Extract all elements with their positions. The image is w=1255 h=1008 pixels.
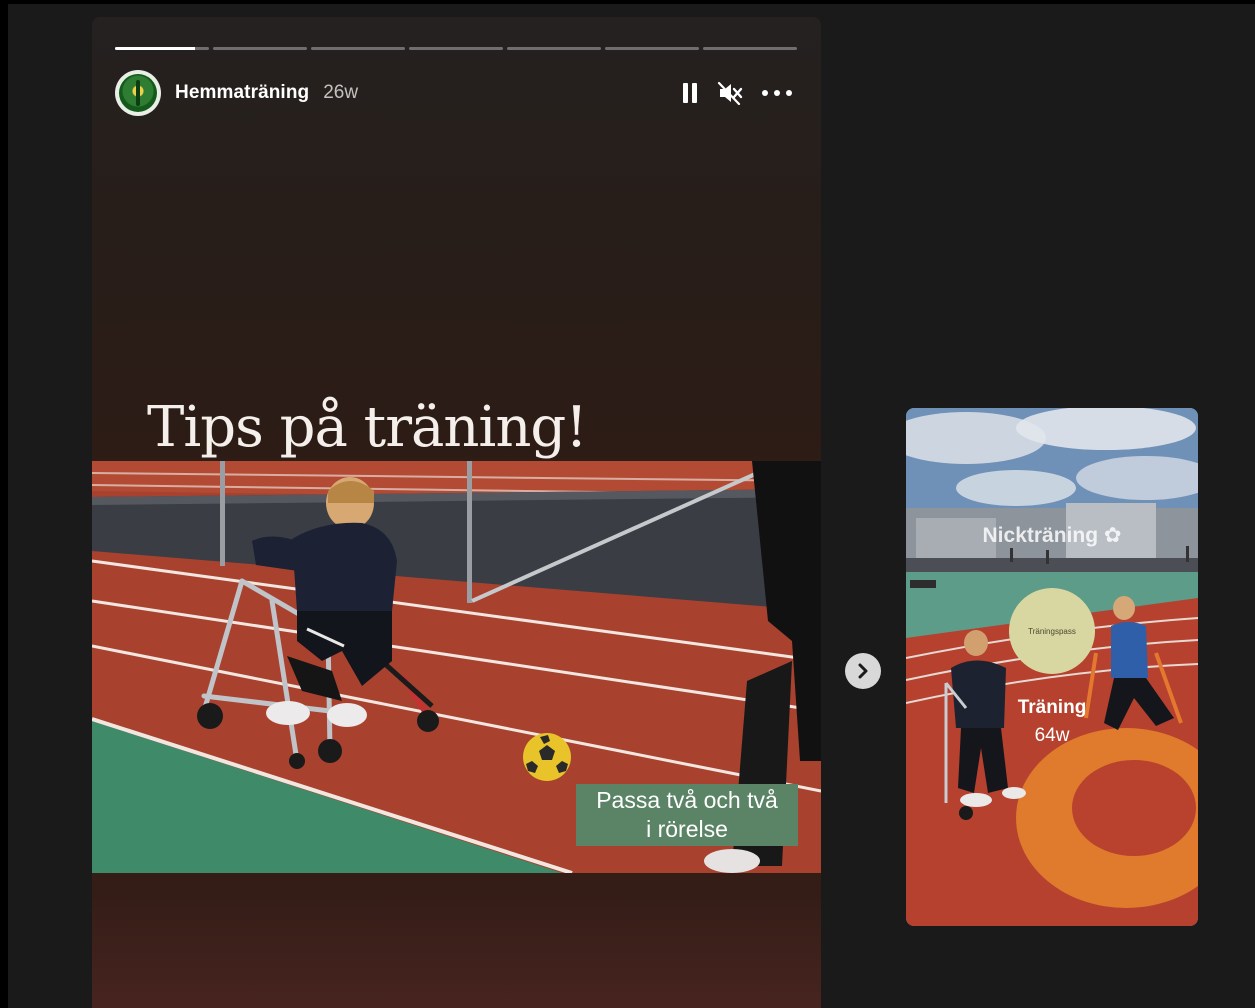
- mute-button[interactable]: [717, 81, 743, 105]
- preview-highlight-badge: Träningspass: [1009, 588, 1095, 674]
- pause-button[interactable]: [681, 82, 699, 104]
- caption-line-2: i rörelse: [646, 816, 728, 842]
- preview-sticker-title: Nickträning ✿: [982, 524, 1122, 547]
- viewport: Hemmaträning 26w Tips på träning! Passa …: [0, 0, 1255, 1008]
- progress-segment: [605, 47, 699, 50]
- story-card[interactable]: Hemmaträning 26w Tips på träning! Passa …: [92, 17, 821, 1008]
- story-header: Hemmaträning 26w: [115, 69, 799, 117]
- story-progress-bar: [115, 47, 797, 50]
- progress-segment: [311, 47, 405, 50]
- story-controls: [681, 81, 793, 105]
- speaker-muted-icon: [717, 81, 743, 105]
- club-logo-icon: [119, 74, 157, 112]
- preview-age: 64w: [1034, 725, 1070, 746]
- more-horizontal-icon: [762, 90, 792, 96]
- more-options-button[interactable]: [761, 89, 793, 97]
- story-title-text: Tips på träning!: [147, 395, 588, 460]
- pause-icon: [683, 83, 697, 103]
- story-age: 26w: [323, 82, 359, 103]
- progress-segment: [213, 47, 307, 50]
- story-caption: Passa två och två i rörelse: [576, 784, 798, 846]
- next-story-button[interactable]: [845, 653, 881, 689]
- progress-segment: [115, 47, 209, 50]
- story-username[interactable]: Hemmaträning: [175, 82, 309, 104]
- chevron-right-icon: [858, 663, 868, 679]
- caption-line-1: Passa två och två: [596, 787, 778, 813]
- progress-segment: [409, 47, 503, 50]
- progress-segment: [703, 47, 797, 50]
- preview-username: Träning: [1017, 697, 1087, 718]
- avatar[interactable]: [115, 70, 161, 116]
- progress-fill: [115, 47, 195, 50]
- next-story-preview[interactable]: Nickträning ✿ Träningspass Träning 64w: [906, 408, 1198, 926]
- progress-segment: [507, 47, 601, 50]
